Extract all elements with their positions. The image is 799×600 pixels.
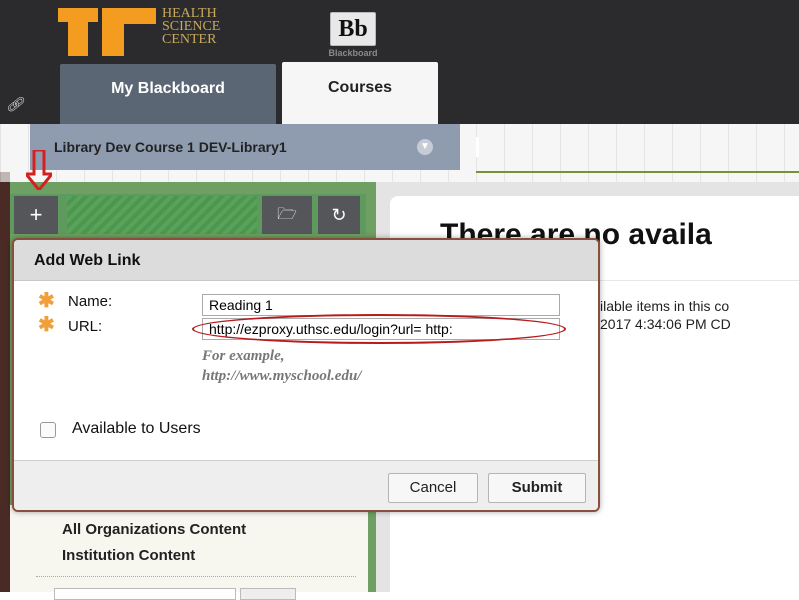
header-bar: HEALTH SCIENCE CENTER Bb Blackboard 🔗︎ M…: [0, 0, 799, 124]
sidebar-divider: [36, 576, 356, 577]
blackboard-logo-mark: Bb: [330, 12, 376, 46]
folder-icon[interactable]: 🗁︎: [262, 196, 312, 234]
add-web-link-dialog: Add Web Link ✱ Name: ✱ URL: For example,…: [12, 238, 600, 512]
course-bar-underline: [476, 171, 799, 173]
sidebar-button[interactable]: [240, 588, 296, 600]
course-breadcrumb[interactable]: Library Dev Course 1 DEV-Library1: [30, 124, 460, 170]
refresh-icon[interactable]: ↻: [318, 196, 360, 234]
sidebar-item-institution-content[interactable]: Institution Content: [62, 547, 195, 564]
url-label: URL:: [68, 318, 103, 335]
institution-logo-text: HEALTH SCIENCE CENTER: [162, 6, 221, 47]
ut-logo-icon: [58, 8, 156, 56]
sidebar-input[interactable]: [54, 588, 236, 600]
url-example-label: For example,: [202, 348, 285, 364]
required-star-icon: ✱: [38, 314, 55, 336]
url-example-value: http://www.myschool.edu/: [202, 368, 362, 384]
name-input[interactable]: [202, 294, 560, 316]
blackboard-logo: Bb Blackboard: [322, 12, 384, 64]
content-timestamp: 2017 4:34:06 PM CD: [600, 316, 731, 332]
link-icon[interactable]: 🔗︎: [6, 96, 24, 114]
dialog-title: Add Web Link: [34, 252, 141, 269]
course-bar-divider: [476, 137, 479, 157]
available-to-users-checkbox[interactable]: [40, 422, 56, 438]
annotation-arrow-icon: [26, 150, 52, 190]
annotation-ellipse: [192, 314, 566, 344]
tab-my-blackboard[interactable]: My Blackboard: [60, 64, 276, 124]
chevron-down-icon[interactable]: ▼: [417, 139, 433, 155]
name-label: Name:: [68, 293, 113, 310]
blackboard-logo-word: Blackboard: [328, 48, 378, 58]
available-to-users-label[interactable]: Available to Users: [72, 420, 201, 438]
submit-button[interactable]: Submit: [488, 473, 586, 503]
add-menu-item-button[interactable]: +: [14, 196, 58, 234]
required-star-icon: ✱: [38, 290, 55, 312]
toolbar-pattern: [67, 196, 257, 234]
tab-courses[interactable]: Courses: [282, 62, 438, 124]
cancel-button[interactable]: Cancel: [388, 473, 478, 503]
content-message: ilable items in this co: [600, 298, 730, 314]
sidebar-item-all-organizations-content[interactable]: All Organizations Content: [62, 521, 246, 538]
